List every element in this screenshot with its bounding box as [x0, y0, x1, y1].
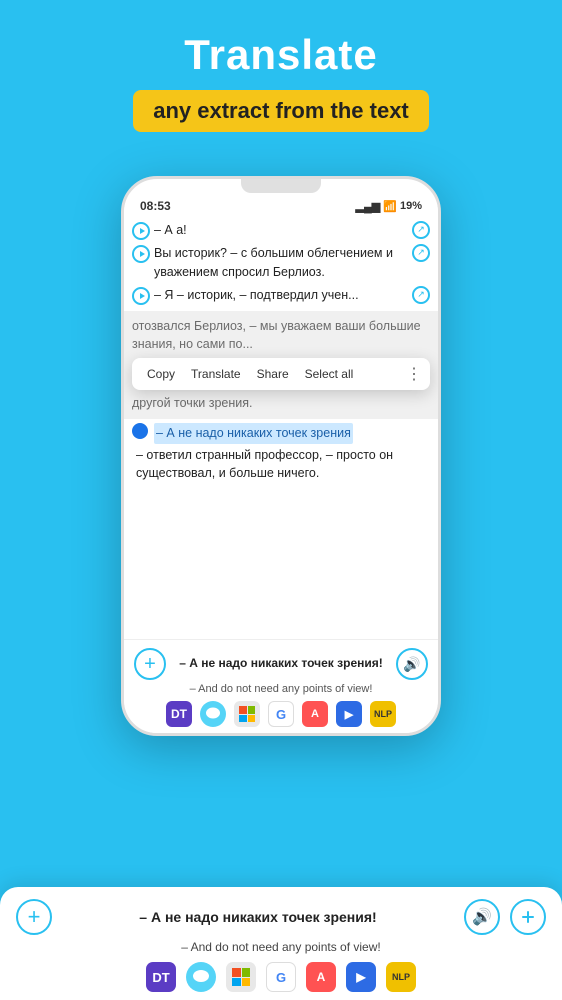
dup-icon-google[interactable]: G: [266, 962, 296, 992]
bottom-duplicate-panel: + – А не надо никаких точек зрения! 🔊 – …: [0, 887, 562, 1000]
panel-translated-text: – And do not need any points of view!: [134, 683, 428, 695]
app-icon-ms[interactable]: [234, 701, 260, 727]
dup-icon-ms[interactable]: [226, 962, 256, 992]
line-text-1: – А а!: [154, 221, 187, 240]
phone-mockup: 08:53 ▂▄▆ 📶 19% – А а! ↗ Вы историк? – с…: [0, 176, 562, 736]
reading-area: – А а! ↗ Вы историк? – с большим облегче…: [124, 215, 438, 311]
line-text-3: – Я – историк, – подтвердил учен...: [154, 286, 359, 305]
app-icon-az[interactable]: A: [302, 701, 328, 727]
select-all-menu-item[interactable]: Select all: [298, 365, 361, 383]
phone-notch: [241, 179, 321, 193]
blur-text-bottom: другой точки зрения.: [132, 394, 430, 413]
panel-add-btn[interactable]: +: [134, 648, 166, 680]
main-title: Translate: [0, 32, 562, 78]
dup-icon-nlp[interactable]: NLP: [386, 962, 416, 992]
app-icon-nlp[interactable]: NLP: [370, 701, 396, 727]
dup-row: + – А не надо никаких точек зрения! 🔊: [16, 899, 546, 935]
selected-text-area: – А не надо никаких точек зрения – ответ…: [124, 419, 438, 487]
share-menu-item[interactable]: Share: [250, 365, 296, 383]
play-btn-3[interactable]: [132, 287, 150, 305]
top-section: Translate any extract from the text: [0, 0, 562, 148]
battery-icon: 19%: [400, 200, 422, 212]
play-btn-1[interactable]: [132, 222, 150, 240]
more-menu-item[interactable]: ⋮: [406, 364, 422, 384]
blur-section: отозвался Берлиоз, – мы уважаем ваши бол…: [124, 311, 438, 419]
app-icon-bubble[interactable]: [200, 701, 226, 727]
cursor-handle: [132, 423, 148, 439]
dup-icon-az[interactable]: A: [306, 962, 336, 992]
continuation-text: – ответил странный профессор, – просто о…: [132, 446, 430, 484]
share-btn-3[interactable]: ↗: [412, 286, 430, 304]
phone-bottom-panel: + – А не надо никаких точек зрения! 🔊 – …: [124, 639, 438, 733]
highlighted-text: – А не надо никаких точек зрения: [154, 423, 353, 444]
share-btn-2[interactable]: ↗: [412, 244, 430, 262]
status-bar: 08:53 ▂▄▆ 📶 19%: [124, 193, 438, 215]
reading-line-1: – А а! ↗: [124, 219, 438, 242]
panel-translation-row: + – А не надо никаких точек зрения! 🔊: [134, 648, 428, 680]
reading-line-3: – Я – историк, – подтвердил учен... ↗: [124, 284, 438, 307]
app-icon-arrow[interactable]: ▶: [336, 701, 362, 727]
panel-speaker-btn[interactable]: 🔊: [396, 648, 428, 680]
app-icon-google[interactable]: G: [268, 701, 294, 727]
phone-screen: 08:53 ▂▄▆ 📶 19% – А а! ↗ Вы историк? – с…: [121, 176, 441, 736]
wifi-icon: 📶: [383, 200, 397, 213]
context-menu: Copy Translate Share Select all ⋮: [132, 358, 430, 390]
copy-menu-item[interactable]: Copy: [140, 365, 182, 383]
dup-extra-btn[interactable]: [510, 899, 546, 935]
reading-line-2: Вы историк? – с большим облегчением и ув…: [124, 242, 438, 284]
status-icons: ▂▄▆ 📶 19%: [356, 200, 422, 213]
dup-icon-bubble[interactable]: [186, 962, 216, 992]
translate-menu-item[interactable]: Translate: [184, 365, 248, 383]
status-time: 08:53: [140, 199, 171, 213]
signal-icon: ▂▄▆: [356, 200, 381, 213]
dup-add-btn[interactable]: +: [16, 899, 52, 935]
dup-speaker-btn[interactable]: 🔊: [464, 899, 500, 935]
blur-text-bg: отозвался Берлиоз, – мы уважаем ваши бол…: [132, 317, 430, 355]
app-icon-dt[interactable]: DT: [166, 701, 192, 727]
dup-icon-dt[interactable]: DT: [146, 962, 176, 992]
dup-translated-text: – And do not need any points of view!: [16, 940, 546, 954]
line-text-2: Вы историк? – с большим облегчением и ув…: [154, 244, 412, 282]
app-icons-row: DT G A ▶ NLP: [134, 701, 428, 727]
panel-original-text: – А не надо никаких точек зрения!: [174, 656, 388, 672]
play-btn-2[interactable]: [132, 245, 150, 263]
dup-original-text: – А не надо никаких точек зрения!: [62, 908, 454, 926]
dup-icon-arrow[interactable]: ▶: [346, 962, 376, 992]
subtitle-badge: any extract from the text: [133, 90, 429, 132]
dup-app-icons-row: DT G A ▶ NLP: [16, 962, 546, 992]
share-btn-1[interactable]: ↗: [412, 221, 430, 239]
